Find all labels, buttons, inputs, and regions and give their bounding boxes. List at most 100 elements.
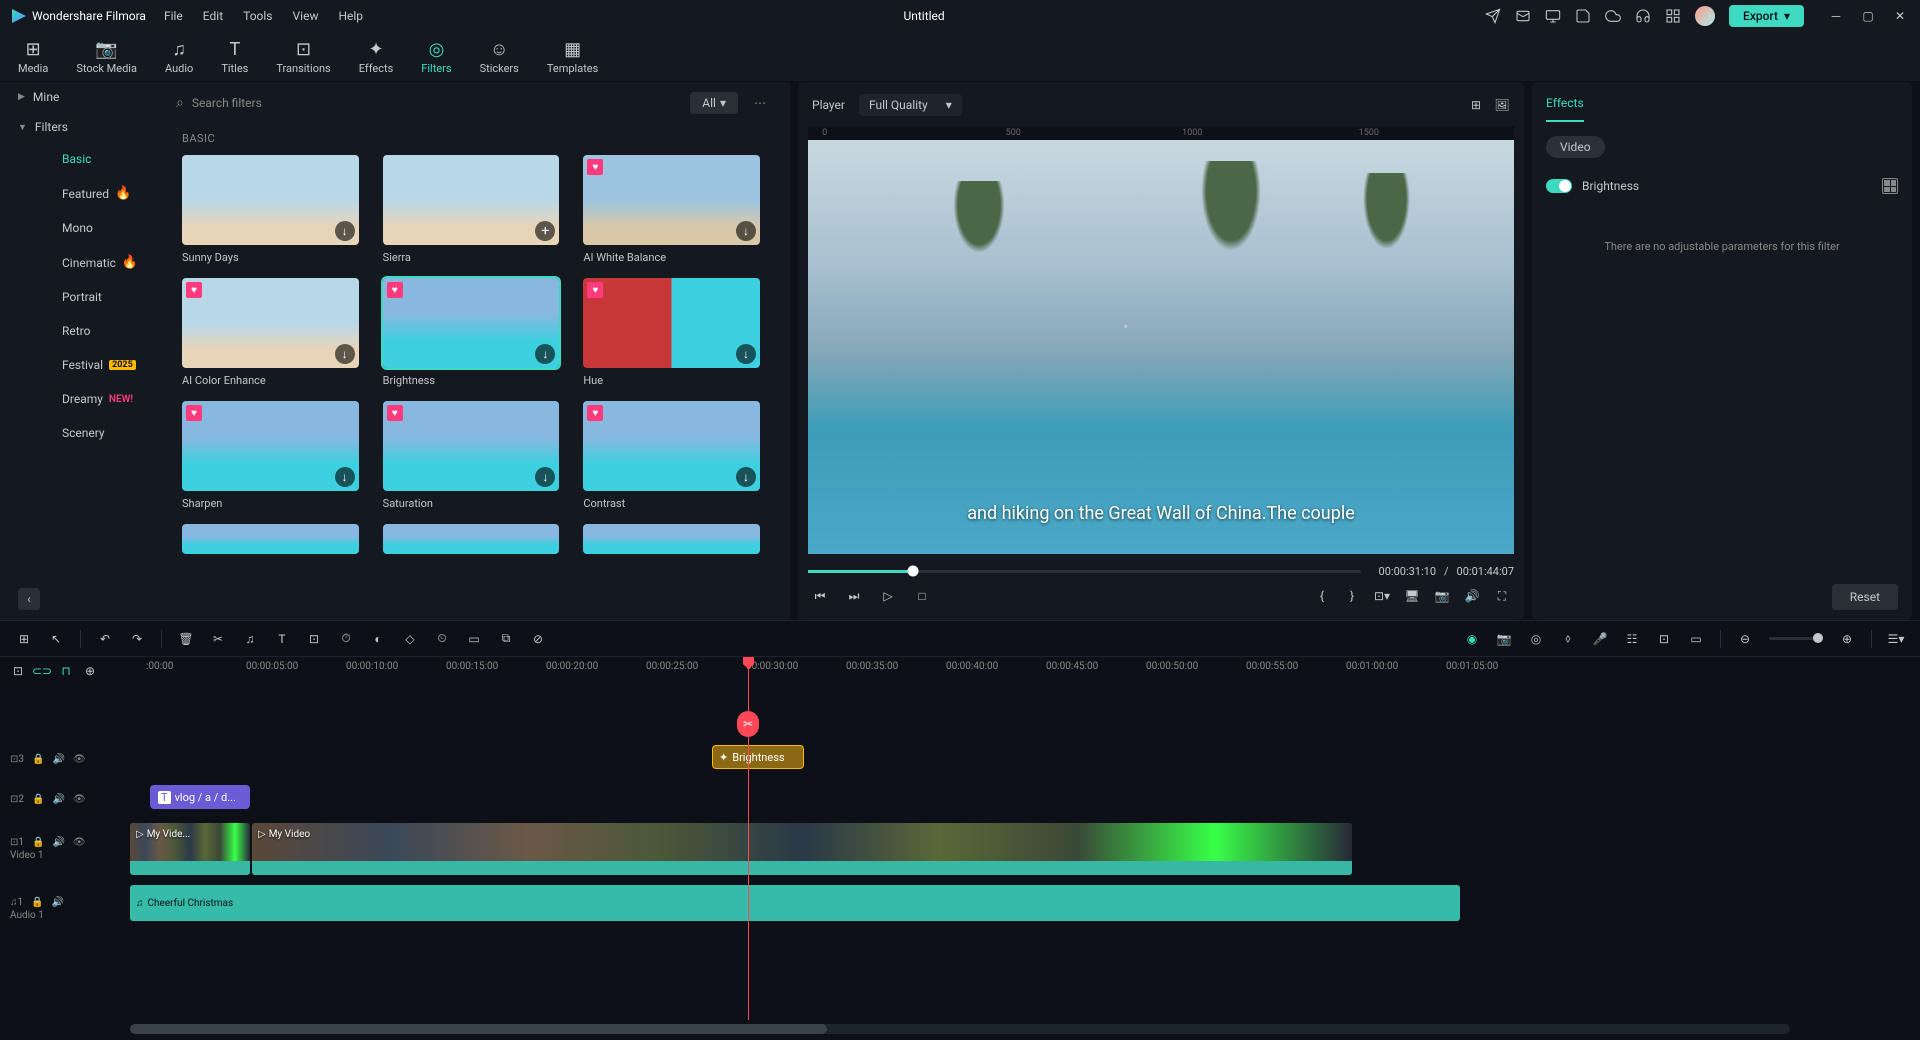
timeline-tracks[interactable]: :00:0000:00:05:0000:00:10:0000:00:15:000… <box>130 657 1920 1020</box>
message-icon[interactable] <box>1515 8 1531 24</box>
download-icon[interactable]: ↓ <box>535 467 555 487</box>
color-icon[interactable]: ◐ <box>370 631 386 647</box>
timer-icon[interactable]: ⏲ <box>434 631 450 647</box>
apps-icon[interactable] <box>1665 8 1681 24</box>
filter-card[interactable] <box>583 524 760 554</box>
display-icon[interactable]: 🖥 <box>1404 588 1420 604</box>
sidebar-item-featured[interactable]: Featured🔥 <box>0 176 170 211</box>
ratio-icon[interactable]: ⊡▾ <box>1374 588 1390 604</box>
close-button[interactable]: ✕ <box>1892 8 1908 24</box>
filter-card-brightness[interactable]: ♥↓Brightness <box>383 278 560 387</box>
cloud-icon[interactable] <box>1605 8 1621 24</box>
sidebar-item-retro[interactable]: Retro <box>0 314 170 348</box>
list-icon[interactable]: ☰▾ <box>1888 631 1904 647</box>
video-pill[interactable]: Video <box>1546 136 1605 158</box>
sidebar-item-mono[interactable]: Mono <box>0 211 170 245</box>
quality-select[interactable]: Full Quality ▾ <box>859 94 962 116</box>
download-icon[interactable]: ↓ <box>736 467 756 487</box>
zoom-in-button[interactable]: ⊕ <box>1839 631 1855 647</box>
crop-icon[interactable]: ⊡ <box>306 631 322 647</box>
stop-button[interactable]: □ <box>914 588 930 604</box>
filter-card[interactable] <box>182 524 359 554</box>
collapse-sidebar-button[interactable]: ‹ <box>18 588 40 610</box>
undo-button[interactable]: ↶ <box>97 631 113 647</box>
prev-frame-button[interactable]: ⏮ <box>812 588 828 604</box>
volume-icon[interactable]: 🔊 <box>1464 588 1480 604</box>
record-icon[interactable]: ◉ <box>1464 631 1480 647</box>
tab-audio[interactable]: ♫Audio <box>165 39 193 75</box>
download-icon[interactable]: ↓ <box>335 344 355 364</box>
track-header-video1[interactable]: ⊡1🔒🔊👁 Video 1 <box>0 819 130 879</box>
zoom-slider[interactable] <box>1769 637 1823 640</box>
filter-card-sharpen[interactable]: ♥↓Sharpen <box>182 401 359 510</box>
video-clip-1[interactable]: ▷My Vide... <box>130 823 250 875</box>
keyframe-icon[interactable]: ◇ <box>402 631 418 647</box>
tab-media[interactable]: ⊞Media <box>18 39 48 75</box>
zoom-out-button[interactable]: ⊖ <box>1737 631 1753 647</box>
grid-preset-icon[interactable] <box>1882 178 1898 194</box>
timeline-ruler[interactable]: :00:0000:00:05:0000:00:10:0000:00:15:000… <box>130 657 1920 685</box>
sidebar-filters[interactable]: ▼ Filters <box>0 112 170 142</box>
sidebar-item-cinematic[interactable]: Cinematic🔥 <box>0 245 170 280</box>
filter-card-ai-color-enhance[interactable]: ♥↓AI Color Enhance <box>182 278 359 387</box>
layout-icon[interactable]: ⊞ <box>16 631 32 647</box>
add-icon[interactable]: + <box>535 221 555 241</box>
send-icon[interactable] <box>1485 8 1501 24</box>
circle-icon[interactable]: ◎ <box>1528 631 1544 647</box>
preview-video[interactable]: and hiking on the Great Wall of China.Th… <box>808 140 1514 554</box>
select-icon[interactable]: ↖ <box>48 631 64 647</box>
redo-button[interactable]: ↷ <box>129 631 145 647</box>
sidebar-item-festival[interactable]: Festival2025 <box>0 348 170 382</box>
download-icon[interactable]: ↓ <box>736 221 756 241</box>
track-layout-icon[interactable]: ⊡ <box>10 663 26 679</box>
menu-file[interactable]: File <box>164 9 183 23</box>
marker-icon[interactable]: ⬨ <box>1560 631 1576 647</box>
more-button[interactable]: ⋯ <box>748 96 772 110</box>
monitor-icon[interactable] <box>1545 8 1561 24</box>
headphones-icon[interactable] <box>1635 8 1651 24</box>
maximize-button[interactable]: ▢ <box>1860 8 1876 24</box>
export-button[interactable]: Export ▾ <box>1729 5 1804 27</box>
track-text[interactable]: T vlog / a / d... <box>130 779 1920 819</box>
text-clip[interactable]: T vlog / a / d... <box>150 785 250 809</box>
speed-icon[interactable]: ⏱ <box>338 631 354 647</box>
delete-button[interactable]: 🗑 <box>178 631 194 647</box>
tab-stickers[interactable]: ☺Stickers <box>480 39 519 75</box>
menu-view[interactable]: View <box>293 9 319 23</box>
music-icon[interactable]: ♫ <box>242 631 258 647</box>
mark-in-icon[interactable]: { <box>1314 588 1330 604</box>
filter-card-sunny-days[interactable]: ↓Sunny Days <box>182 155 359 264</box>
track-video[interactable]: ▷My Vide... ▷My Video <box>130 819 1920 879</box>
image-icon[interactable]: 🖼 <box>1494 97 1510 113</box>
mic-icon[interactable]: 🎤 <box>1592 631 1608 647</box>
avatar[interactable] <box>1695 6 1715 26</box>
download-icon[interactable]: ↓ <box>736 344 756 364</box>
grid-view-icon[interactable]: ⊞ <box>1468 97 1484 113</box>
adjust-icon[interactable]: ⊡ <box>1656 631 1672 647</box>
reset-button[interactable]: Reset <box>1832 584 1898 610</box>
filter-card-sierra[interactable]: +Sierra <box>383 155 560 264</box>
sidebar-item-dreamy[interactable]: DreamyNEW! <box>0 382 170 416</box>
timeline-scrollbar[interactable] <box>130 1024 1790 1034</box>
track-audio[interactable]: ♫Cheerful Christmas <box>130 879 1920 939</box>
audio-clip[interactable]: ♫Cheerful Christmas <box>130 885 1460 921</box>
progress-bar[interactable]: 00:00:31:10 / 00:01:44:07 <box>808 562 1514 580</box>
tab-titles[interactable]: TTitles <box>221 39 248 75</box>
brightness-toggle[interactable] <box>1546 179 1572 193</box>
snapshot-icon[interactable]: 📷 <box>1434 588 1450 604</box>
filter-card-saturation[interactable]: ♥↓Saturation <box>383 401 560 510</box>
filter-card-hue[interactable]: ♥↓Hue <box>583 278 760 387</box>
unlink-icon[interactable]: ⊘ <box>530 631 546 647</box>
menu-help[interactable]: Help <box>338 9 363 23</box>
mask-icon[interactable]: ▭ <box>466 631 482 647</box>
camera-icon[interactable]: 📷 <box>1496 631 1512 647</box>
link-icon[interactable]: ⊂⊃ <box>34 663 50 679</box>
sidebar-mine[interactable]: ▶ Mine <box>0 82 170 112</box>
sidebar-item-portrait[interactable]: Portrait <box>0 280 170 314</box>
track-header-audio1[interactable]: ♫1🔒🔊 Audio 1 <box>0 879 130 939</box>
tab-templates[interactable]: ▦Templates <box>547 39 598 75</box>
tab-filters[interactable]: ◎Filters <box>421 39 451 75</box>
filter-card-ai-white-balance[interactable]: ♥↓AI White Balance <box>583 155 760 264</box>
tab-transitions[interactable]: ⊡Transitions <box>276 39 330 75</box>
filter-card-contrast[interactable]: ♥↓Contrast <box>583 401 760 510</box>
